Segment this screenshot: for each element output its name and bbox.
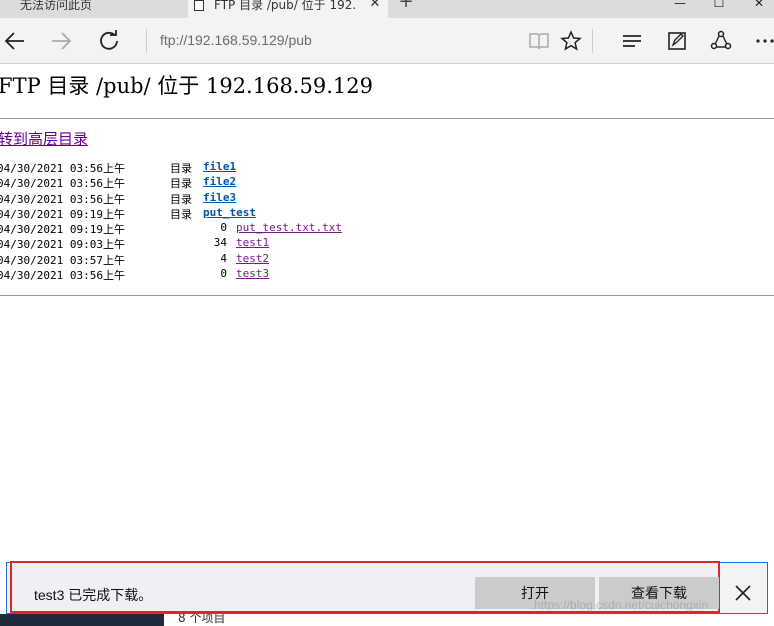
entry-date: 04/30/2021 09:03上午 [0,238,125,252]
entry-date: 04/30/2021 03:56上午 [0,177,125,191]
status-strip: 8 个项目 [0,614,774,626]
directory-link[interactable]: file2 [203,175,236,188]
forward-button[interactable] [48,28,74,54]
notes-button[interactable] [664,28,690,54]
entry-date: 04/30/2021 03:57上午 [0,253,125,267]
entry-date: 04/30/2021 03:56上午 [0,192,125,206]
maximize-button[interactable]: ☐ [704,0,734,12]
entry-size: 0 [220,267,227,281]
page-icon [194,0,204,11]
back-button[interactable] [2,28,28,54]
new-tab-button[interactable]: + [398,0,414,12]
file-link[interactable]: test1 [236,236,269,249]
divider-top [0,118,774,119]
tab-inactive-title: 无法访问此页 [20,0,93,12]
entry-size: 0 [220,221,227,235]
entry-size: 34 [213,236,227,250]
taskbar-segment [0,614,164,626]
reading-view-button[interactable] [526,28,552,54]
entry-size: 4 [220,251,227,265]
directory-link[interactable]: put_test [203,206,256,219]
favorite-button[interactable] [558,28,584,54]
close-icon [735,585,751,601]
tab-close-icon[interactable]: ✕ [368,0,382,12]
more-button[interactable] [752,28,774,54]
download-message: test3 已完成下载。 [34,587,153,603]
entry-type: 目录 [170,177,192,191]
refresh-icon [100,30,118,50]
entry-date: 04/30/2021 03:56上午 [0,162,125,175]
watermark: https://blog.csdn.net/cuichongxin [534,598,709,612]
share-button[interactable] [708,28,734,54]
back-arrow-icon [4,32,24,50]
hub-icon [623,35,641,47]
more-dots-icon [756,39,774,43]
toolbar-separator [592,29,593,53]
forward-arrow-icon [52,32,72,50]
tab-inactive[interactable]: 无法访问此页 [0,0,188,18]
file-link[interactable]: put_test.txt.txt [236,221,342,234]
address-separator [146,29,147,53]
directory-link[interactable]: file1 [203,160,236,173]
item-count: 8 个项目 [178,614,226,625]
address-field[interactable]: ftp://192.168.59.129/pub [160,32,312,48]
share-icon [710,30,732,50]
minimize-button[interactable]: — [665,0,695,12]
entry-type: 目录 [170,162,192,175]
entry-date: 04/30/2021 03:56上午 [0,269,125,283]
hub-button[interactable] [619,28,645,54]
navigation-bar: ftp://192.168.59.129/pub [0,18,774,64]
page-title: FTP 目录 /pub/ 位于 192.168.59.129 [0,74,373,98]
download-close-button[interactable] [728,578,758,608]
file-link[interactable]: test2 [236,252,269,265]
refresh-button[interactable] [96,28,122,54]
entry-date: 04/30/2021 09:19上午 [0,223,125,237]
directory-link[interactable]: file3 [203,191,236,204]
entry-date: 04/30/2021 09:19上午 [0,207,125,221]
parent-directory-link[interactable]: 转到高层目录 [0,128,88,149]
entry-type: 目录 [170,207,192,221]
book-icon [529,33,549,50]
entry-type: 目录 [170,192,192,206]
star-icon [560,30,582,51]
tab-strip: 无法访问此页 FTP 目录 /pub/ 位于 192. ✕ + — ☐ ✕ [0,0,774,18]
window-close-button[interactable]: ✕ [744,0,774,12]
tab-active-title: FTP 目录 /pub/ 位于 192. [214,0,357,12]
tab-active[interactable]: FTP 目录 /pub/ 位于 192. [188,0,388,18]
divider-bottom [0,295,774,296]
pen-note-icon [668,32,686,50]
file-link[interactable]: test3 [236,267,269,280]
